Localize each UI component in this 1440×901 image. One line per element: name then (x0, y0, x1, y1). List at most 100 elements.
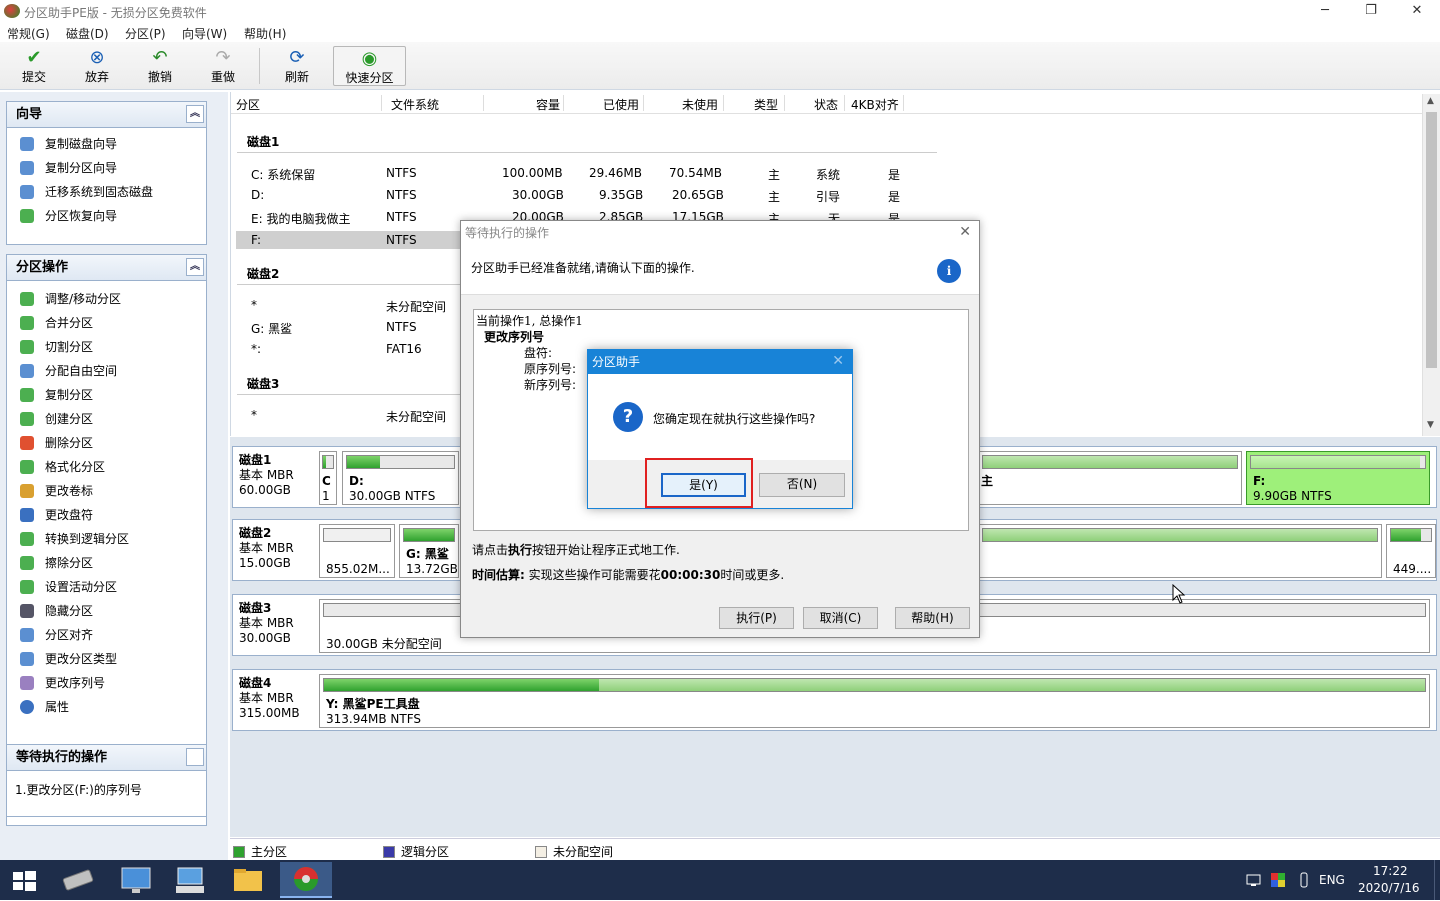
allocate-free-space[interactable]: 分配自由空间 (7, 359, 206, 383)
taskbar-partition-assistant[interactable] (280, 862, 332, 898)
table-row-selected[interactable]: F: NTFS (236, 231, 466, 249)
partition-g-segment[interactable]: G: 黑鲨 13.72GB (399, 524, 459, 578)
usb-icon[interactable] (1296, 872, 1312, 888)
partition-f-segment-selected[interactable]: F: 9.90GB NTFS (1246, 451, 1430, 505)
format-partition[interactable]: 格式化分区 (7, 455, 206, 479)
table-header: 分区 文件系统 容量 已使用 未使用 类型 状态 4KB对齐 (231, 92, 1423, 114)
col-free[interactable]: 未使用 (682, 96, 718, 113)
info-icon: i (937, 259, 961, 283)
info-icon (20, 700, 34, 714)
question-icon: ? (613, 402, 643, 432)
show-desktop-button[interactable] (1434, 860, 1440, 900)
scroll-down-icon[interactable]: ▼ (1427, 420, 1434, 430)
split-icon (20, 340, 34, 354)
properties[interactable]: 属性 (7, 695, 206, 719)
partition-recovery-wizard[interactable]: 分区恢复向导 (7, 204, 206, 228)
col-separator (563, 95, 564, 111)
split-partition[interactable]: 切割分区 (7, 335, 206, 359)
col-filesystem[interactable]: 文件系统 (391, 96, 439, 113)
partition-fat16-segment[interactable]: 449.... (1386, 524, 1436, 578)
merge-partition[interactable]: 合并分区 (7, 311, 206, 335)
partition-ops-list: 调整/移动分区 合并分区 切割分区 分配自由空间 复制分区 创建分区 删除分区 … (7, 281, 206, 719)
change-drive-letter[interactable]: 更改盘符 (7, 503, 206, 527)
restore-button[interactable]: ❐ (1348, 0, 1394, 22)
taskbar-keyboard[interactable] (166, 862, 214, 898)
col-used[interactable]: 已使用 (603, 96, 639, 113)
migrate-os-wizard[interactable]: 迁移系统到固态磁盘 (7, 180, 206, 204)
cancel-button[interactable]: 取消(C) (803, 607, 878, 629)
vertical-scrollbar[interactable]: ▲ ▼ (1422, 94, 1440, 436)
quick-partition-button[interactable]: ◉ 快速分区 (333, 46, 406, 86)
close-icon[interactable]: ✕ (959, 224, 971, 240)
convert-to-logical[interactable]: 转换到逻辑分区 (7, 527, 206, 551)
network-icon[interactable] (1246, 872, 1262, 888)
app-icon (4, 4, 20, 18)
disk2-info: 磁盘2 基本 MBR 15.00GB (239, 526, 294, 570)
change-label[interactable]: 更改卷标 (7, 479, 206, 503)
discard-button[interactable]: ⊗ 放弃 (71, 46, 123, 86)
no-button[interactable]: 否(N) (759, 473, 845, 497)
col-4k[interactable]: 4KB对齐 (851, 96, 899, 113)
copy-partition-wizard[interactable]: 复制分区向导 (7, 156, 206, 180)
delete-partition[interactable]: 删除分区 (7, 431, 206, 455)
color-icon[interactable] (1270, 872, 1286, 888)
partition-c-segment[interactable]: C1 (319, 451, 337, 505)
menu-wizard[interactable]: 向导(W) (182, 25, 227, 42)
scroll-thumb[interactable] (1426, 112, 1437, 368)
menu-partition[interactable]: 分区(P) (125, 25, 166, 42)
taskbar-explorer[interactable] (224, 862, 272, 898)
help-button[interactable]: 帮助(H) (895, 607, 970, 629)
undo-button[interactable]: ↶ 撤销 (134, 46, 186, 86)
wipe-partition[interactable]: 擦除分区 (7, 551, 206, 575)
collapse-icon[interactable] (186, 748, 204, 766)
change-serial-number[interactable]: 更改序列号 (7, 671, 206, 695)
discard-icon: ⊗ (89, 47, 105, 68)
unallocated-segment[interactable]: 855.02M... (319, 524, 395, 578)
col-partition[interactable]: 分区 (236, 96, 260, 113)
create-partition[interactable]: 创建分区 (7, 407, 206, 431)
yes-button[interactable]: 是(Y) (661, 473, 746, 497)
menu-disk[interactable]: 磁盘(D) (66, 25, 109, 42)
col-status[interactable]: 状态 (814, 96, 838, 113)
menu-general[interactable]: 常规(G) (7, 25, 50, 42)
collapse-icon[interactable]: ︽ (186, 105, 204, 123)
commit-button[interactable]: ✔ 提交 (8, 46, 60, 86)
scroll-up-icon[interactable]: ▲ (1427, 96, 1434, 106)
partition-ops-panel: 分区操作 ︽ 调整/移动分区 合并分区 切割分区 分配自由空间 复制分区 创建分区… (6, 254, 207, 826)
taskbar-drive-tool[interactable] (54, 862, 102, 898)
merge-icon (20, 316, 34, 330)
minimize-button[interactable]: ─ (1302, 0, 1348, 22)
clock-time[interactable]: 17:22 (1373, 864, 1408, 878)
col-separator (844, 95, 845, 111)
resize-move-partition[interactable]: 调整/移动分区 (7, 287, 206, 311)
close-button[interactable]: ✕ (1394, 0, 1440, 22)
change-partition-type[interactable]: 更改分区类型 (7, 647, 206, 671)
collapse-icon[interactable]: ︽ (186, 258, 204, 276)
close-icon[interactable]: ✕ (832, 353, 844, 369)
dialog-footer: 是(Y) 否(N) (588, 458, 852, 508)
execute-button[interactable]: 执行(P) (719, 607, 794, 629)
language-indicator[interactable]: ENG (1319, 873, 1345, 887)
align-partition[interactable]: 分区对齐 (7, 623, 206, 647)
partition-y-segment[interactable]: Y: 黑鲨PE工具盘 313.94MB NTFS (319, 674, 1430, 728)
col-type[interactable]: 类型 (754, 96, 778, 113)
col-capacity[interactable]: 容量 (536, 96, 560, 113)
partition-d-segment[interactable]: D: 30.00GB NTFS (342, 451, 459, 505)
refresh-button[interactable]: ⟳ 刷新 (271, 46, 323, 86)
partition-e-segment[interactable]: 主 (978, 451, 1242, 505)
taskbar-computer[interactable] (112, 862, 160, 898)
disk4-map[interactable]: 磁盘4 基本 MBR 315.00MB Y: 黑鲨PE工具盘 313.94MB NTF… (232, 669, 1437, 731)
redo-button[interactable]: ↷ 重做 (197, 46, 249, 86)
time-estimate: 时间估算: 实现这些操作可能需要花00:00:30时间或更多. (472, 568, 785, 582)
hide-partition[interactable]: 隐藏分区 (7, 599, 206, 623)
refresh-icon: ⟳ (289, 47, 305, 68)
copy-partition[interactable]: 复制分区 (7, 383, 206, 407)
clock-date[interactable]: 2020/7/16 (1358, 881, 1420, 895)
start-button[interactable] (0, 862, 48, 898)
set-active-partition[interactable]: 设置活动分区 (7, 575, 206, 599)
label-icon (20, 484, 34, 498)
wizard-panel: 向导 ︽ 复制磁盘向导 复制分区向导 迁移系统到固态磁盘 分区恢复向导 (6, 101, 207, 245)
copy-disk-wizard[interactable]: 复制磁盘向导 (7, 132, 206, 156)
menu-help[interactable]: 帮助(H) (244, 25, 286, 42)
partition-segment[interactable] (978, 524, 1382, 578)
